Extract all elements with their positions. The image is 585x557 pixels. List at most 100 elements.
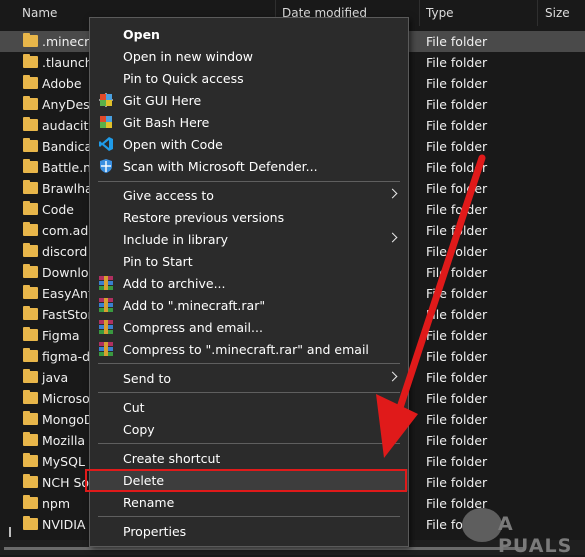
- folder-icon: [23, 453, 38, 467]
- menu-item-compress-rar-email[interactable]: Compress to ".minecraft.rar" and email: [90, 338, 408, 360]
- folder-icon: [23, 54, 38, 68]
- file-type: File folder: [426, 181, 488, 196]
- file-type: File folder: [426, 328, 488, 343]
- column-name-header[interactable]: Name: [22, 6, 57, 20]
- folder-icon: [23, 243, 38, 257]
- folder-icon: [23, 474, 38, 488]
- menu-item-label: Pin to Start: [123, 254, 193, 269]
- folder-icon: [23, 117, 38, 131]
- folder-icon: [23, 201, 38, 215]
- menu-item-label: Delete: [123, 473, 165, 488]
- menu-item-git-bash[interactable]: Git Bash Here: [90, 111, 408, 133]
- menu-item-delete[interactable]: Delete: [90, 469, 408, 491]
- menu-item-add-rar[interactable]: Add to ".minecraft.rar": [90, 294, 408, 316]
- menu-item-scan-defender[interactable]: Scan with Microsoft Defender...: [90, 155, 408, 177]
- column-divider[interactable]: [419, 0, 420, 26]
- file-type: File folder: [426, 286, 488, 301]
- folder-icon: [23, 432, 38, 446]
- winrar-icon: [98, 275, 114, 291]
- menu-item-properties[interactable]: Properties: [90, 520, 408, 542]
- menu-item-give-access[interactable]: Give access to: [90, 184, 408, 206]
- menu-item-cut[interactable]: Cut: [90, 396, 408, 418]
- column-divider[interactable]: [537, 0, 538, 26]
- scrollbar-thumb[interactable]: [4, 547, 524, 550]
- git-icon: [98, 114, 114, 130]
- file-name: Code: [42, 202, 75, 217]
- file-name: npm: [42, 496, 71, 511]
- menu-item-label: Give access to: [123, 188, 214, 203]
- menu-separator: [98, 516, 400, 517]
- menu-item-compress-email[interactable]: Compress and email...: [90, 316, 408, 338]
- file-name: com.ado: [42, 223, 96, 238]
- defender-shield-icon: [98, 158, 114, 174]
- menu-separator: [98, 443, 400, 444]
- file-name: audacity: [42, 118, 96, 133]
- file-type: File folder: [426, 244, 488, 259]
- menu-item-label: Open with Code: [123, 137, 223, 152]
- folder-icon: [23, 390, 38, 404]
- file-name: Microsof: [42, 391, 95, 406]
- menu-item-open-new-window[interactable]: Open in new window: [90, 45, 408, 67]
- file-type: File folder: [426, 349, 488, 364]
- column-type-header[interactable]: Type: [426, 6, 454, 20]
- watermark-logo-icon: [462, 508, 502, 542]
- folder-icon: [23, 411, 38, 425]
- context-menu: Open Open in new window Pin to Quick acc…: [89, 17, 409, 547]
- menu-item-label: Cut: [123, 400, 145, 415]
- folder-icon: [23, 327, 38, 341]
- menu-item-open-with-code[interactable]: Open with Code: [90, 133, 408, 155]
- folder-icon: [23, 222, 38, 236]
- menu-item-include-library[interactable]: Include in library: [90, 228, 408, 250]
- menu-item-label: Compress and email...: [123, 320, 263, 335]
- file-name: Downlo: [42, 265, 89, 280]
- winrar-icon: [98, 341, 114, 357]
- folder-icon: [23, 369, 38, 383]
- file-type: File folder: [426, 97, 488, 112]
- file-type: File folder: [426, 412, 488, 427]
- menu-item-add-archive[interactable]: Add to archive...: [90, 272, 408, 294]
- column-size-header[interactable]: Size: [545, 6, 570, 20]
- menu-item-label: Add to archive...: [123, 276, 226, 291]
- file-type: File folder: [426, 160, 488, 175]
- winrar-icon: [98, 297, 114, 313]
- folder-icon: [23, 180, 38, 194]
- menu-item-label: Git GUI Here: [123, 93, 202, 108]
- menu-item-label: Copy: [123, 422, 155, 437]
- file-name: Figma: [42, 328, 80, 343]
- menu-item-label: Open: [123, 27, 160, 42]
- file-type: File folder: [426, 34, 488, 49]
- menu-item-label: Add to ".minecraft.rar": [123, 298, 266, 313]
- file-name: discord: [42, 244, 88, 259]
- menu-item-pin-start[interactable]: Pin to Start: [90, 250, 408, 272]
- folder-icon: [23, 348, 38, 362]
- menu-item-send-to[interactable]: Send to: [90, 367, 408, 389]
- menu-item-restore-versions[interactable]: Restore previous versions: [90, 206, 408, 228]
- folder-icon: [23, 264, 38, 278]
- git-icon: [98, 92, 114, 108]
- file-type: File folder: [426, 223, 488, 238]
- file-type: File folder: [426, 55, 488, 70]
- chevron-right-icon: [387, 371, 398, 382]
- file-name: Adobe: [42, 76, 82, 91]
- menu-item-git-gui[interactable]: Git GUI Here: [90, 89, 408, 111]
- file-type: File folder: [426, 391, 488, 406]
- file-type: File folder: [426, 307, 488, 322]
- file-type: File folder: [426, 118, 488, 133]
- menu-item-open[interactable]: Open: [90, 23, 408, 45]
- menu-separator: [98, 363, 400, 364]
- folder-icon: [23, 495, 38, 509]
- menu-item-rename[interactable]: Rename: [90, 491, 408, 513]
- file-type: File folder: [426, 475, 488, 490]
- menu-item-pin-quick-access[interactable]: Pin to Quick access: [90, 67, 408, 89]
- menu-item-create-shortcut[interactable]: Create shortcut: [90, 447, 408, 469]
- menu-item-copy[interactable]: Copy: [90, 418, 408, 440]
- watermark-text: A PUALS: [498, 513, 573, 557]
- chevron-right-icon: [387, 188, 398, 199]
- folder-icon: [23, 138, 38, 152]
- file-type: File folder: [426, 370, 488, 385]
- folder-icon: [23, 516, 38, 530]
- file-name: MongoD: [42, 412, 94, 427]
- scroll-indicator: [9, 527, 11, 537]
- vscode-icon: [98, 136, 114, 152]
- winrar-icon: [98, 319, 114, 335]
